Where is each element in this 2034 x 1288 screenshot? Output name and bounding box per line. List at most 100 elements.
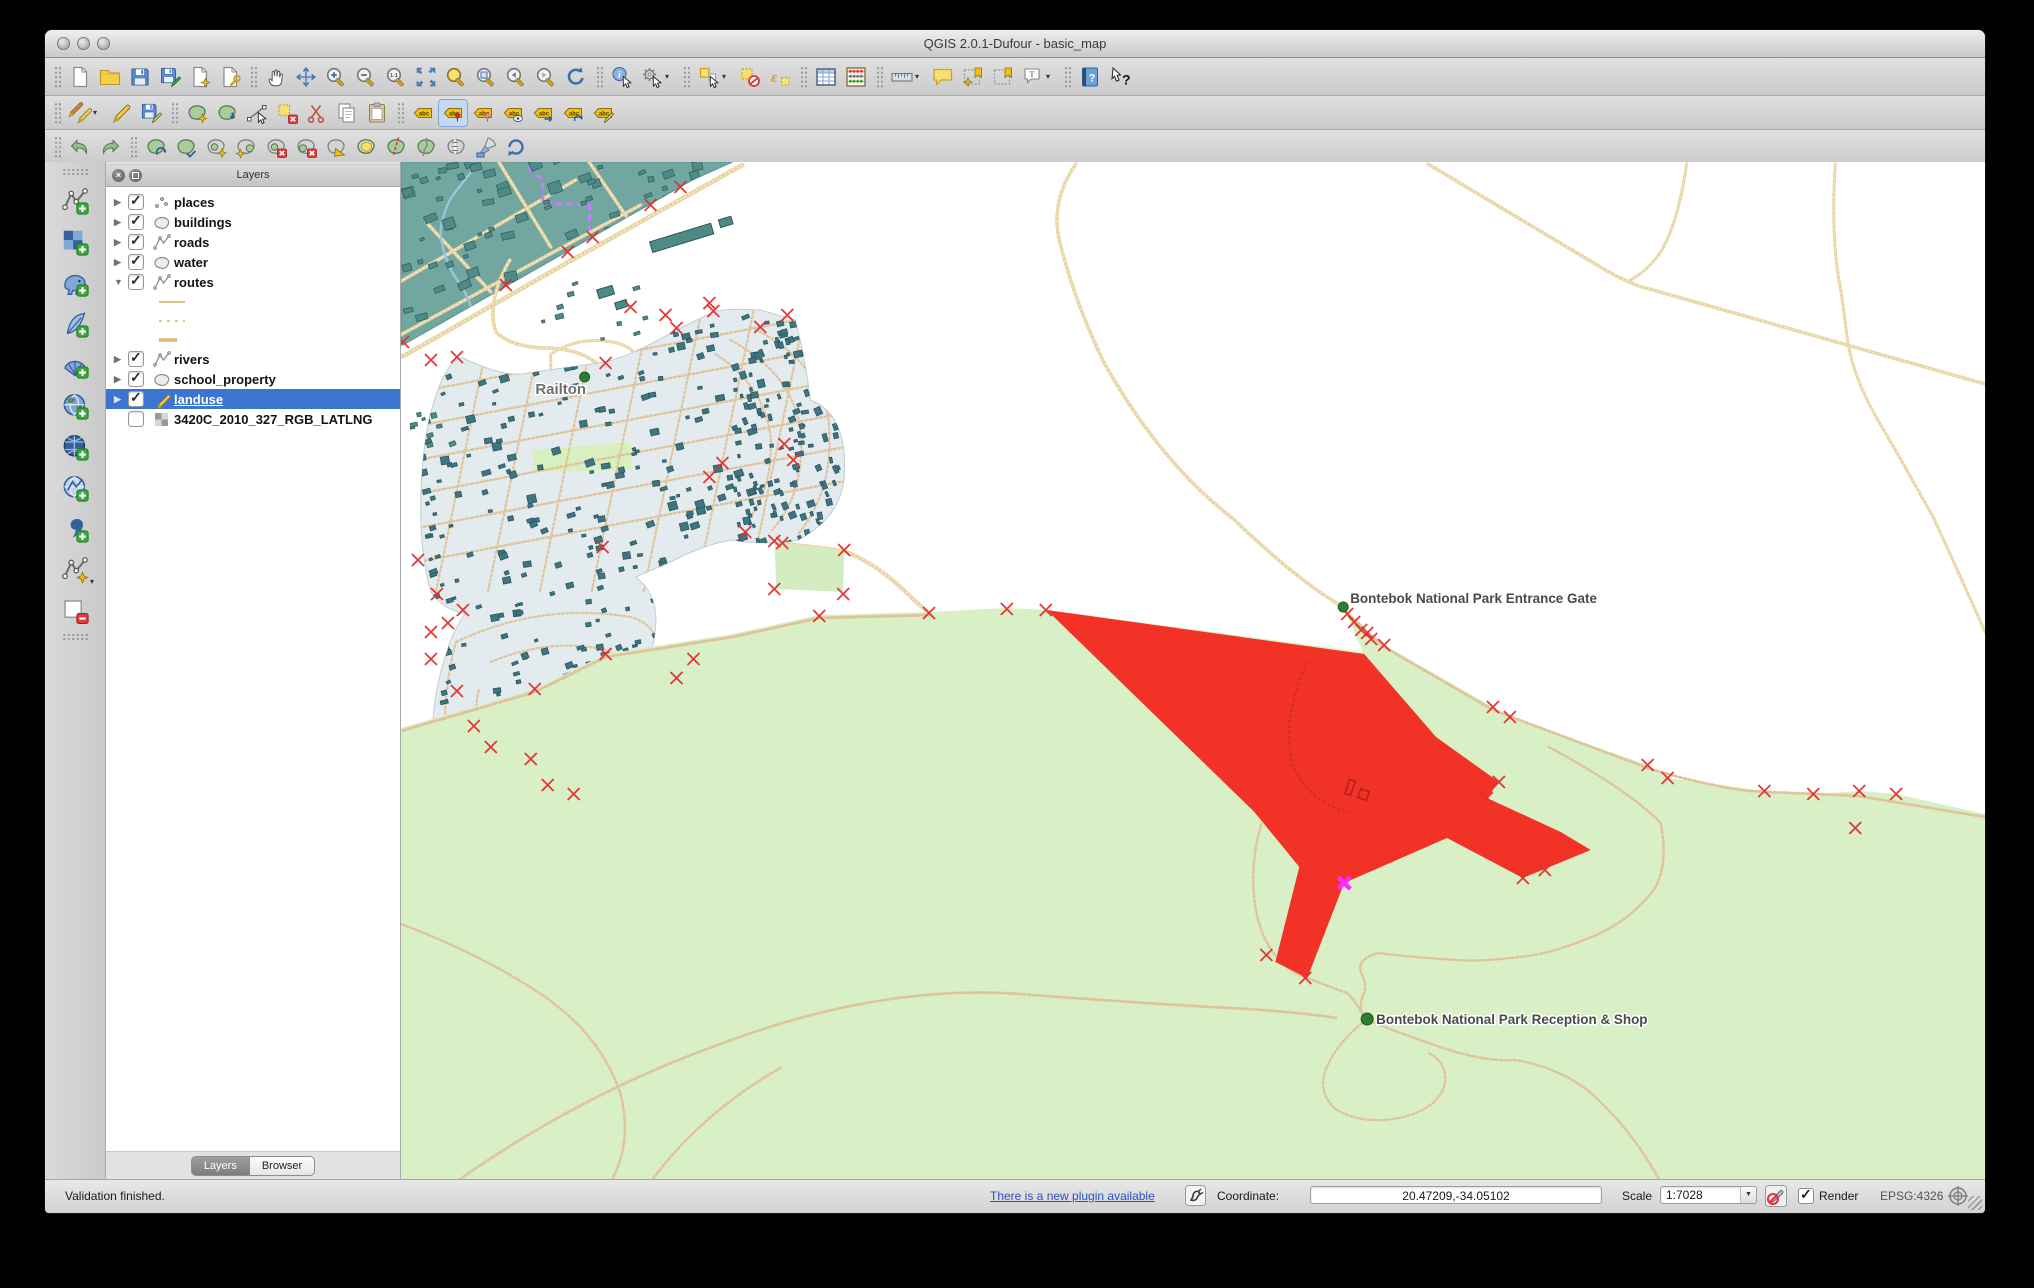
panel-close-icon[interactable]: × bbox=[112, 169, 125, 182]
rotate-point-symbols[interactable] bbox=[501, 133, 531, 161]
add-raster-layer[interactable] bbox=[54, 221, 96, 262]
layer-visibility-checkbox[interactable] bbox=[128, 351, 144, 367]
delete-part[interactable] bbox=[291, 133, 321, 161]
measure[interactable]: ▾ bbox=[887, 63, 928, 91]
split-parts[interactable] bbox=[411, 133, 441, 161]
add-feature[interactable] bbox=[182, 99, 212, 127]
expand-icon[interactable]: ▶ bbox=[114, 217, 128, 228]
layer-visibility-checkbox[interactable] bbox=[128, 214, 144, 230]
expand-icon[interactable]: ▶ bbox=[114, 257, 128, 268]
help-contents[interactable]: ? bbox=[1075, 63, 1105, 91]
render-checkbox[interactable] bbox=[1798, 1188, 1814, 1204]
pan-map[interactable] bbox=[261, 63, 291, 91]
add-spatialite-layer[interactable] bbox=[54, 303, 96, 344]
zoom-next[interactable] bbox=[531, 63, 561, 91]
zoom-to-layer[interactable] bbox=[471, 63, 501, 91]
deselect-all[interactable] bbox=[735, 63, 765, 91]
offset-curve[interactable] bbox=[351, 133, 381, 161]
cut-features[interactable] bbox=[302, 99, 332, 127]
layer-item-3420C_2010_327_RGB_LATLNG[interactable]: 3420C_2010_327_RGB_LATLNG bbox=[106, 409, 400, 429]
layer-item-places[interactable]: ▶places bbox=[106, 192, 400, 212]
show-hide-labels[interactable]: abc bbox=[498, 99, 528, 127]
map-canvas[interactable]: RailtonBontebok National Park Entrance G… bbox=[401, 162, 1985, 1180]
add-delimited-text-layer[interactable] bbox=[54, 508, 96, 549]
add-postgis-layer[interactable] bbox=[54, 262, 96, 303]
add-part[interactable] bbox=[231, 133, 261, 161]
resize-grip[interactable] bbox=[1968, 1196, 1982, 1210]
expand-icon[interactable]: ▶ bbox=[114, 394, 128, 405]
layer-visibility-checkbox[interactable] bbox=[128, 411, 144, 427]
reshape-features[interactable] bbox=[321, 133, 351, 161]
highlight-pinned-labels[interactable]: abc bbox=[468, 99, 498, 127]
add-vector-layer[interactable] bbox=[54, 180, 96, 221]
zoom-in[interactable] bbox=[321, 63, 351, 91]
pin-unpin-labels[interactable]: abc bbox=[438, 99, 468, 127]
layer-visibility-checkbox[interactable] bbox=[128, 371, 144, 387]
scale-dropdown-icon[interactable]: ▼ bbox=[1740, 1187, 1756, 1203]
panel-float-icon[interactable] bbox=[129, 169, 142, 182]
layer-item-roads[interactable]: ▶roads bbox=[106, 232, 400, 252]
crs-globe-icon[interactable] bbox=[1947, 1185, 1969, 1210]
layer-visibility-checkbox[interactable] bbox=[128, 234, 144, 250]
layer-visibility-checkbox[interactable] bbox=[128, 274, 144, 290]
add-wcs-layer[interactable] bbox=[54, 426, 96, 467]
copy-features[interactable] bbox=[332, 99, 362, 127]
layer-item-landuse[interactable]: ▶landuse bbox=[106, 389, 400, 409]
open-project[interactable] bbox=[95, 63, 125, 91]
zoom-out[interactable] bbox=[351, 63, 381, 91]
stop-render-icon[interactable] bbox=[1765, 1185, 1787, 1210]
expand-icon[interactable]: ▼ bbox=[114, 277, 128, 287]
delete-ring[interactable] bbox=[261, 133, 291, 161]
zoom-native[interactable]: 1:1 bbox=[381, 63, 411, 91]
select-by-expression[interactable]: ε bbox=[765, 63, 795, 91]
layer-item-buildings[interactable]: ▶buildings bbox=[106, 212, 400, 232]
identify-features[interactable]: i bbox=[607, 63, 637, 91]
expand-icon[interactable]: ▶ bbox=[114, 374, 128, 385]
zoom-window-button[interactable] bbox=[97, 37, 110, 50]
new-shapefile-layer[interactable]: ▾ bbox=[54, 549, 96, 590]
current-edits[interactable]: ▾ bbox=[65, 99, 106, 127]
open-attribute-table[interactable] bbox=[811, 63, 841, 91]
whats-this[interactable]: ? bbox=[1105, 63, 1135, 91]
expand-icon[interactable]: ▶ bbox=[114, 197, 128, 208]
panel-tab-layers[interactable]: Layers bbox=[191, 1156, 250, 1176]
layer-item-rivers[interactable]: ▶rivers bbox=[106, 349, 400, 369]
toggle-editing[interactable] bbox=[106, 99, 136, 127]
layer-item-school_property[interactable]: ▶school_property bbox=[106, 369, 400, 389]
panel-tab-browser[interactable]: Browser bbox=[250, 1156, 315, 1176]
node-tool[interactable] bbox=[242, 99, 272, 127]
composer-manager[interactable] bbox=[215, 63, 245, 91]
new-print-composer[interactable] bbox=[185, 63, 215, 91]
new-plugin-link[interactable]: There is a new plugin available bbox=[990, 1189, 1155, 1203]
paste-features[interactable] bbox=[362, 99, 392, 127]
move-label[interactable]: abc bbox=[528, 99, 558, 127]
split-features[interactable] bbox=[381, 133, 411, 161]
zoom-full[interactable] bbox=[411, 63, 441, 91]
coordinate-input[interactable]: 20.47209,-34.05102 bbox=[1310, 1186, 1602, 1204]
run-feature-action[interactable]: ▾ bbox=[637, 63, 678, 91]
expand-icon[interactable]: ▶ bbox=[114, 354, 128, 365]
add-wms-layer[interactable] bbox=[54, 385, 96, 426]
select-features[interactable]: ▾ bbox=[694, 63, 735, 91]
new-project[interactable] bbox=[65, 63, 95, 91]
change-label-properties[interactable]: abc bbox=[588, 99, 618, 127]
close-window-button[interactable] bbox=[57, 37, 70, 50]
layer-visibility-checkbox[interactable] bbox=[128, 194, 144, 210]
minimize-window-button[interactable] bbox=[77, 37, 90, 50]
add-ring[interactable] bbox=[201, 133, 231, 161]
layer-visibility-checkbox[interactable] bbox=[128, 254, 144, 270]
rotate-label[interactable]: abc bbox=[558, 99, 588, 127]
redo[interactable] bbox=[95, 133, 125, 161]
layer-item-routes[interactable]: ▼routes bbox=[106, 272, 400, 292]
map-svg[interactable]: RailtonBontebok National Park Entrance G… bbox=[401, 162, 1985, 1180]
window-titlebar[interactable]: QGIS 2.0.1-Dufour - basic_map bbox=[45, 30, 1985, 58]
scale-combo[interactable]: 1:7028 ▼ bbox=[1660, 1186, 1757, 1204]
text-annotation[interactable]: T▾ bbox=[1018, 63, 1059, 91]
map-tips[interactable] bbox=[928, 63, 958, 91]
remove-layer[interactable] bbox=[54, 590, 96, 631]
plugin-icon[interactable] bbox=[1185, 1185, 1206, 1209]
add-mssql-layer[interactable] bbox=[54, 344, 96, 385]
pan-to-selection[interactable] bbox=[291, 63, 321, 91]
rotate-feature[interactable] bbox=[141, 133, 171, 161]
save-layer-edits[interactable] bbox=[136, 99, 166, 127]
